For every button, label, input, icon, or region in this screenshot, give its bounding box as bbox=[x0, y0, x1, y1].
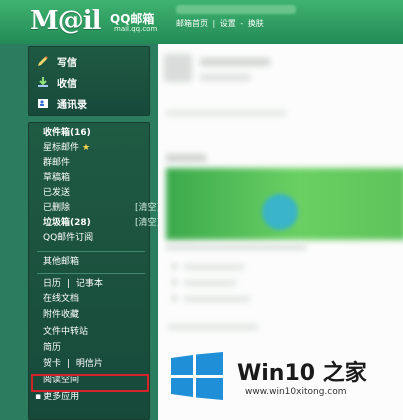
blurred-text bbox=[200, 58, 270, 66]
win10-watermark: Win10 之家 www.win10xitong.com bbox=[167, 336, 400, 416]
download-icon bbox=[37, 76, 49, 88]
link-separator: - bbox=[240, 19, 244, 28]
greeting-cards-link[interactable]: 贺卡 bbox=[43, 359, 61, 369]
link-settings[interactable]: 设置 bbox=[220, 19, 236, 28]
top-links: 邮箱首页 | 设置 - 换肤 bbox=[176, 18, 266, 29]
windows-logo-icon bbox=[171, 352, 223, 400]
highlight-box bbox=[31, 374, 149, 392]
blurred-text bbox=[184, 296, 250, 302]
square-bullet-icon: ▪ bbox=[35, 392, 42, 402]
contacts-button[interactable]: 通讯录 bbox=[37, 95, 87, 111]
pencil-icon bbox=[37, 55, 49, 67]
folder-subscription[interactable]: QQ邮件订阅 bbox=[43, 232, 93, 245]
tools-cards-row: 贺卡 | 明信片 bbox=[43, 358, 103, 371]
folder-deleted[interactable]: 已删除 [清空] bbox=[43, 202, 160, 215]
blurred-text bbox=[168, 324, 258, 330]
watermark-title: Win10 之家 bbox=[237, 361, 367, 386]
compose-label: 写信 bbox=[57, 57, 77, 69]
blurred-bullet bbox=[172, 264, 177, 269]
receive-button[interactable]: 收信 bbox=[37, 74, 77, 90]
blurred-bullet bbox=[172, 280, 177, 285]
clear-spam-link[interactable]: [清空] bbox=[135, 217, 160, 230]
blurred-text bbox=[184, 280, 236, 286]
blurred-text bbox=[166, 154, 206, 162]
action-panel: 写信 收信 通讯录 bbox=[28, 46, 150, 116]
folder-starred[interactable]: 星标邮件 ★ bbox=[43, 142, 90, 155]
blurred-avatar bbox=[164, 54, 192, 82]
divider bbox=[37, 273, 145, 274]
folder-inbox[interactable]: 收件箱(16) bbox=[43, 127, 91, 140]
receive-label: 收信 bbox=[57, 78, 77, 90]
notes-link[interactable]: 记事本 bbox=[76, 279, 103, 289]
link-separator: | bbox=[212, 19, 216, 28]
contacts-label: 通讯录 bbox=[57, 99, 87, 111]
blurred-circle bbox=[262, 194, 298, 230]
blurred-bullet bbox=[172, 296, 177, 301]
link-mail-home[interactable]: 邮箱首页 bbox=[176, 19, 208, 28]
blurred-text bbox=[166, 244, 306, 250]
tools-separator: | bbox=[66, 279, 70, 289]
divider bbox=[37, 251, 145, 252]
contacts-icon bbox=[37, 97, 49, 109]
resume-link[interactable]: 简历 bbox=[43, 342, 61, 355]
folder-sent[interactable]: 已发送 bbox=[43, 187, 70, 200]
attachments-link[interactable]: 附件收藏 bbox=[43, 309, 79, 322]
compose-button[interactable]: 写信 bbox=[37, 53, 77, 69]
folder-spam[interactable]: 垃圾箱(28) [清空] bbox=[43, 217, 160, 230]
more-apps-link[interactable]: ▪ 更多应用 bbox=[35, 391, 79, 404]
tools-calendar-row: 日历 | 记事本 bbox=[43, 278, 103, 291]
blurred-text bbox=[200, 74, 250, 81]
other-mailbox-link[interactable]: 其他邮箱 bbox=[43, 256, 79, 269]
docs-link[interactable]: 在线文档 bbox=[43, 293, 79, 306]
postcards-link[interactable]: 明信片 bbox=[76, 359, 103, 369]
logo-wordmark: M@il bbox=[30, 6, 102, 36]
link-skin[interactable]: 换肤 bbox=[248, 19, 264, 28]
star-icon: ★ bbox=[82, 143, 91, 153]
blurred-text bbox=[166, 110, 286, 116]
tools-separator: | bbox=[66, 359, 70, 369]
file-transfer-link[interactable]: 文件中转站 bbox=[43, 326, 88, 339]
blurred-text bbox=[184, 264, 244, 270]
blurred-user-info bbox=[176, 5, 296, 14]
folder-group[interactable]: 群邮件 bbox=[43, 157, 70, 170]
logo-domain: mail.qq.com bbox=[114, 25, 158, 33]
sidebar: 写信 收信 通讯录 收件箱(16) 星标邮件 ★ 群邮件 草稿箱 已发送 已删除[… bbox=[0, 44, 160, 420]
app-header: M@il QQ邮箱 mail.qq.com 邮箱首页 | 设置 - 换肤 bbox=[0, 0, 403, 44]
folder-drafts[interactable]: 草稿箱 bbox=[43, 172, 70, 185]
clear-deleted-link[interactable]: [清空] bbox=[135, 202, 160, 215]
watermark-url: www.win10xitong.com bbox=[245, 387, 347, 397]
calendar-link[interactable]: 日历 bbox=[43, 279, 61, 289]
